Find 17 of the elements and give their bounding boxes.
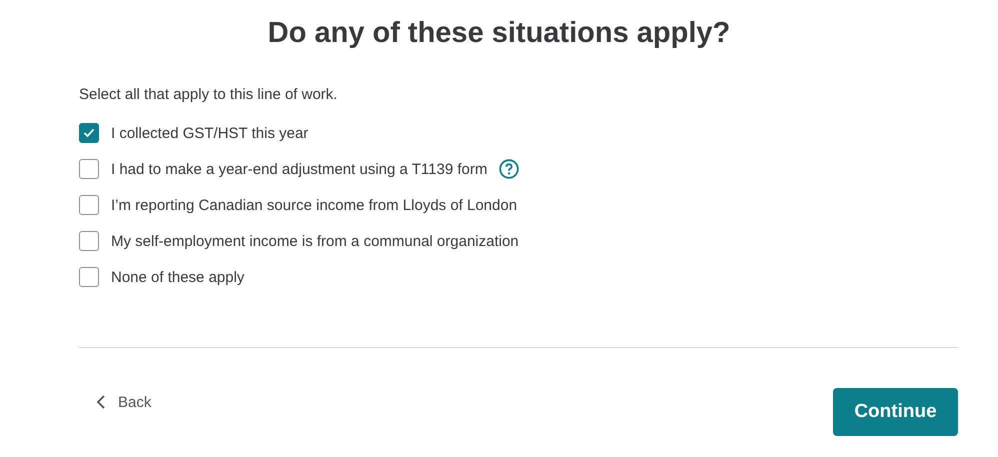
option-label[interactable]: I had to make a year-end adjustment using a T1139 form <box>111 160 488 178</box>
option-label[interactable]: I collected GST/HST this year <box>111 124 308 142</box>
checkbox[interactable] <box>79 231 99 251</box>
option-label[interactable]: None of these apply <box>111 268 244 286</box>
checkbox[interactable] <box>79 267 99 287</box>
chevron-left-icon <box>96 395 106 409</box>
back-link[interactable]: Back <box>96 394 152 410</box>
help-icon[interactable] <box>499 159 520 179</box>
continue-button[interactable]: Continue <box>833 388 958 436</box>
instruction-text: Select all that apply to this line of work. <box>79 85 338 105</box>
checkbox[interactable] <box>79 195 99 215</box>
check-icon <box>83 128 95 138</box>
checkbox[interactable] <box>79 123 99 143</box>
option-label[interactable]: My self-employment income is from a communal organization <box>111 232 519 250</box>
checkbox[interactable] <box>79 159 99 179</box>
option-label[interactable]: I’m reporting Canadian source income from Lloyds of London <box>111 196 518 214</box>
page-title: Do any of these situations apply? <box>266 16 732 51</box>
